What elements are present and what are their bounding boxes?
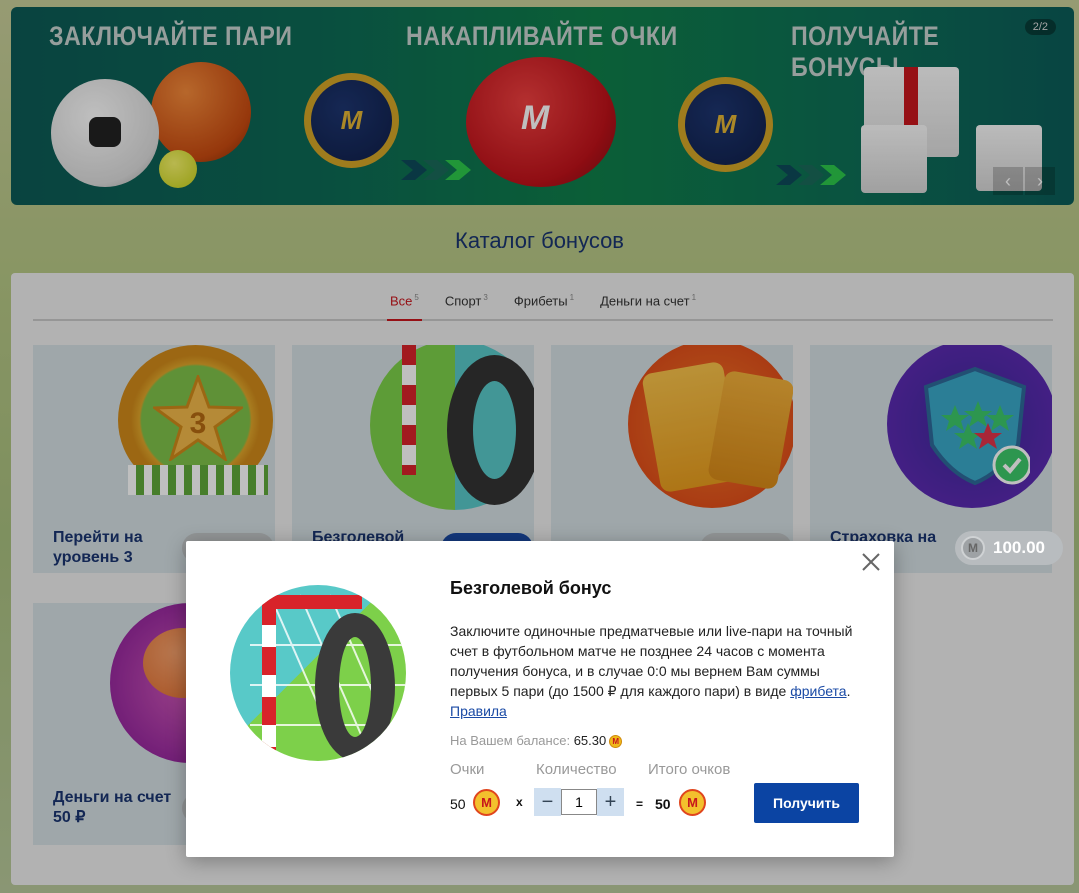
freebet-link[interactable]: фрибета — [790, 683, 846, 699]
description-dot: . — [846, 683, 851, 699]
increment-button[interactable]: + — [597, 788, 624, 816]
insurance-price-pill[interactable]: M 100.00 — [955, 531, 1063, 565]
balance-label: На Вашем балансе: — [450, 733, 571, 748]
balance-value: 65.30 — [573, 733, 607, 748]
get-bonus-button[interactable]: Получить — [754, 783, 859, 823]
modal-description: Заключите одиночные предматчевые или liv… — [450, 621, 860, 721]
quantity-stepper: − 1 + — [534, 788, 626, 816]
modal-title: Безголевой бонус — [450, 578, 612, 598]
total-value: 50 — [655, 796, 671, 812]
points-coin-icon: M — [473, 789, 500, 816]
points-coin-icon: M — [961, 536, 985, 560]
rules-link[interactable]: Правила — [450, 703, 507, 719]
points-coin-icon: M — [609, 735, 623, 749]
total-label: Итого очков — [648, 761, 731, 778]
zero-digit-icon — [315, 613, 395, 761]
equals-sign: = — [636, 797, 644, 811]
quantity-label: Количество — [536, 761, 617, 778]
points-label: Очки — [450, 761, 485, 778]
points-value: 50 — [450, 796, 466, 812]
decrement-button[interactable]: − — [534, 788, 561, 816]
bonus-modal: Безголевой бонус Заключите одиночные пре… — [186, 541, 894, 857]
multiply-sign: x — [516, 795, 523, 809]
quantity-input[interactable]: 1 — [561, 789, 597, 815]
balance-row: На Вашем балансе: 65.30 M — [450, 733, 623, 749]
no-goal-bonus-image — [230, 585, 406, 761]
close-icon[interactable] — [860, 551, 882, 573]
total-coin-icon: M — [679, 789, 706, 816]
price-value: 100.00 — [993, 538, 1045, 557]
